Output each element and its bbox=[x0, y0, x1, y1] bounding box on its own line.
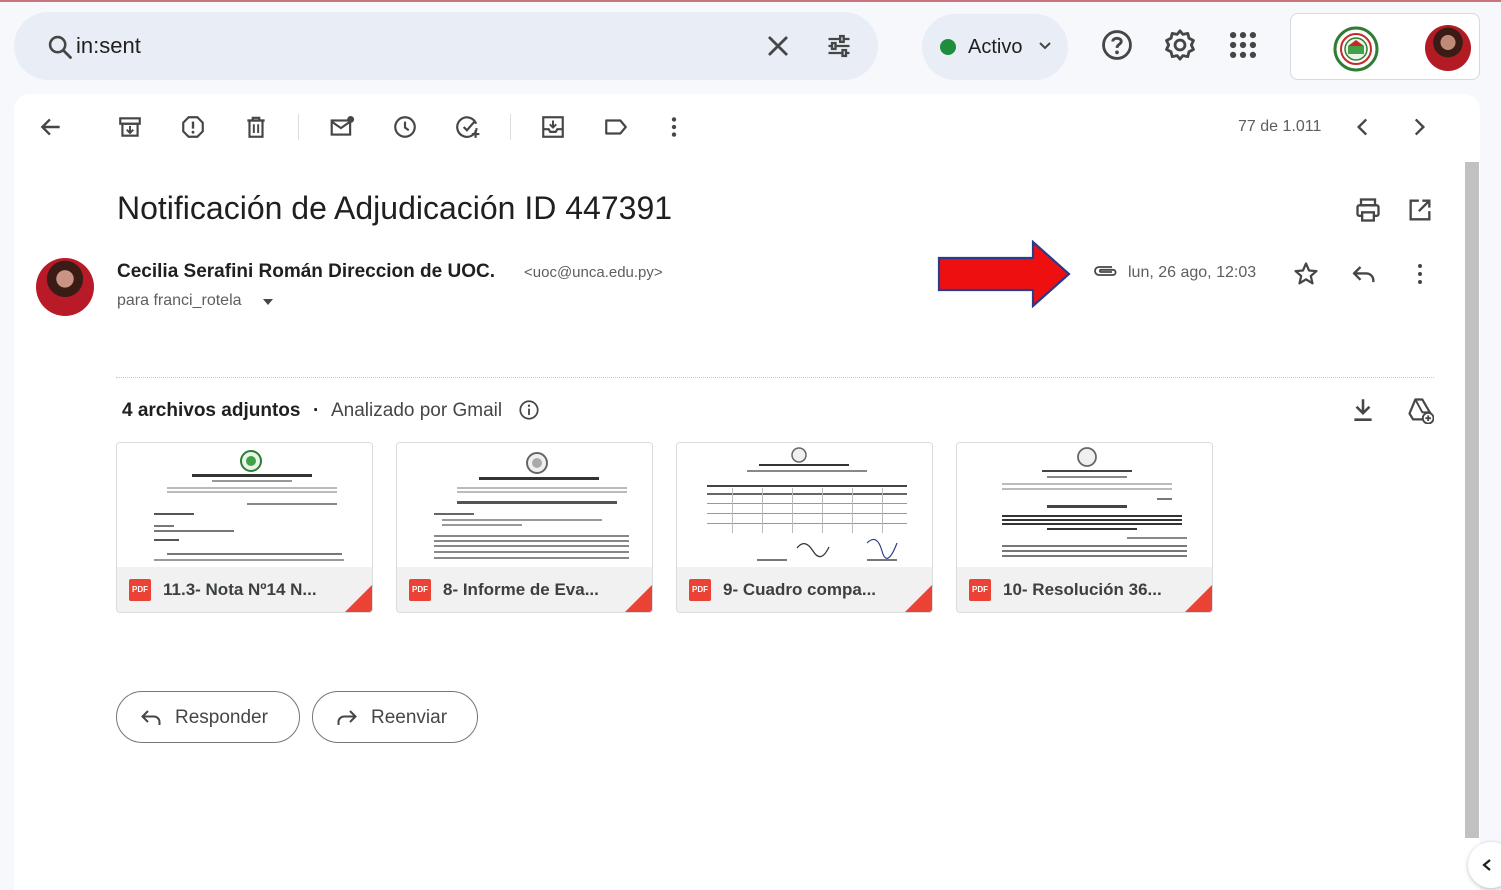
attachments-divider bbox=[116, 377, 1434, 378]
status-label: Activo bbox=[968, 36, 1023, 58]
message-counter: 77 de 1.011 bbox=[1238, 118, 1322, 135]
pdf-file-icon: PDF bbox=[409, 579, 431, 601]
reply-button[interactable]: Responder bbox=[116, 691, 300, 743]
attachment-filename: 9- Cuadro compa... bbox=[723, 580, 877, 599]
chevron-left-icon bbox=[1482, 859, 1491, 871]
mark-unread-icon[interactable] bbox=[329, 114, 355, 140]
search-icon[interactable] bbox=[46, 33, 74, 61]
attachment-card[interactable]: PDF 8- Informe de Eva... bbox=[396, 442, 653, 613]
file-corner-fold-icon bbox=[625, 585, 652, 612]
attachment-filename: 10- Resolución 36... bbox=[1003, 580, 1162, 599]
newer-chevron-left-icon[interactable] bbox=[1350, 114, 1376, 140]
back-arrow-icon[interactable] bbox=[38, 114, 64, 140]
organization-logo-icon[interactable] bbox=[1333, 26, 1379, 72]
status-selector[interactable]: Activo bbox=[922, 14, 1068, 80]
toolbar-divider bbox=[510, 114, 511, 140]
attachments-count: 4 archivos adjuntos bbox=[122, 400, 301, 421]
move-to-icon[interactable] bbox=[540, 114, 566, 140]
forward-button[interactable]: Reenviar bbox=[312, 691, 478, 743]
message-more-options-icon[interactable] bbox=[1408, 260, 1432, 288]
attachments-scan-label: Analizado por Gmail bbox=[331, 400, 503, 421]
sender-avatar[interactable] bbox=[36, 258, 94, 316]
sender-email: <uoc@unca.edu.py> bbox=[524, 264, 663, 281]
message-date: lun, 26 ago, 12:03 bbox=[1128, 264, 1257, 281]
attachment-preview-thumbnail bbox=[397, 443, 652, 567]
report-spam-icon[interactable] bbox=[180, 114, 206, 140]
attachment-card[interactable]: PDF 10- Resolución 36... bbox=[956, 442, 1213, 613]
pdf-file-icon: PDF bbox=[129, 579, 151, 601]
toolbar-divider bbox=[298, 114, 299, 140]
older-chevron-right-icon[interactable] bbox=[1406, 114, 1432, 140]
reply-arrow-icon[interactable] bbox=[1350, 260, 1378, 288]
file-corner-fold-icon bbox=[905, 585, 932, 612]
settings-gear-icon[interactable] bbox=[1163, 28, 1197, 62]
print-icon[interactable] bbox=[1354, 196, 1382, 224]
search-input[interactable]: in:sent bbox=[76, 33, 141, 59]
help-icon[interactable] bbox=[1100, 28, 1134, 62]
window-top-border bbox=[0, 0, 1501, 2]
star-icon[interactable] bbox=[1292, 260, 1320, 288]
search-bar[interactable]: in:sent bbox=[14, 12, 878, 80]
attachment-preview-thumbnail bbox=[117, 443, 372, 567]
attachment-filename: 8- Informe de Eva... bbox=[443, 580, 599, 599]
apps-grid-icon[interactable] bbox=[1226, 28, 1260, 62]
delete-trash-icon[interactable] bbox=[243, 114, 269, 140]
forward-arrow-icon bbox=[337, 710, 357, 725]
attachment-preview-thumbnail bbox=[957, 443, 1212, 567]
snooze-clock-icon[interactable] bbox=[392, 114, 418, 140]
pdf-file-icon: PDF bbox=[689, 579, 711, 601]
clear-search-icon[interactable] bbox=[764, 32, 792, 60]
attachment-preview-thumbnail bbox=[677, 443, 932, 567]
user-avatar[interactable] bbox=[1425, 25, 1471, 71]
add-to-drive-icon[interactable] bbox=[1406, 396, 1434, 424]
recipient-line: para franci_rotela bbox=[117, 292, 242, 309]
more-options-icon[interactable] bbox=[661, 114, 687, 140]
chevron-down-icon bbox=[1039, 42, 1051, 50]
attachment-filename: 11.3- Nota Nº14 N... bbox=[163, 580, 317, 599]
open-new-window-icon[interactable] bbox=[1406, 196, 1434, 224]
reply-arrow-icon bbox=[141, 710, 161, 725]
forward-button-label: Reenviar bbox=[371, 707, 448, 728]
status-dot-icon bbox=[940, 39, 956, 55]
reply-button-label: Responder bbox=[175, 707, 268, 728]
message-subject: Notificación de Adjudicación ID 447391 bbox=[117, 190, 673, 226]
attachment-paperclip-icon bbox=[1094, 266, 1117, 276]
info-icon[interactable] bbox=[518, 399, 540, 421]
attachment-card[interactable]: PDF 9- Cuadro compa... bbox=[676, 442, 933, 613]
download-all-icon[interactable] bbox=[1350, 396, 1376, 424]
attachments-separator-dot: · bbox=[313, 400, 320, 421]
pdf-file-icon: PDF bbox=[969, 579, 991, 601]
attachment-card[interactable]: PDF 11.3- Nota Nº14 N... bbox=[116, 442, 373, 613]
sender-name[interactable]: Cecilia Serafini Román Direccion de UOC. bbox=[117, 261, 495, 283]
file-corner-fold-icon bbox=[345, 585, 372, 612]
archive-icon[interactable] bbox=[117, 114, 143, 140]
label-tag-icon[interactable] bbox=[603, 114, 629, 140]
scrollbar-thumb[interactable] bbox=[1465, 162, 1479, 838]
annotation-red-arrow bbox=[937, 240, 1071, 308]
file-corner-fold-icon bbox=[1185, 585, 1212, 612]
recipient-details-caret-icon[interactable] bbox=[262, 298, 274, 306]
search-options-icon[interactable] bbox=[824, 32, 854, 60]
add-to-tasks-icon[interactable] bbox=[455, 114, 481, 140]
